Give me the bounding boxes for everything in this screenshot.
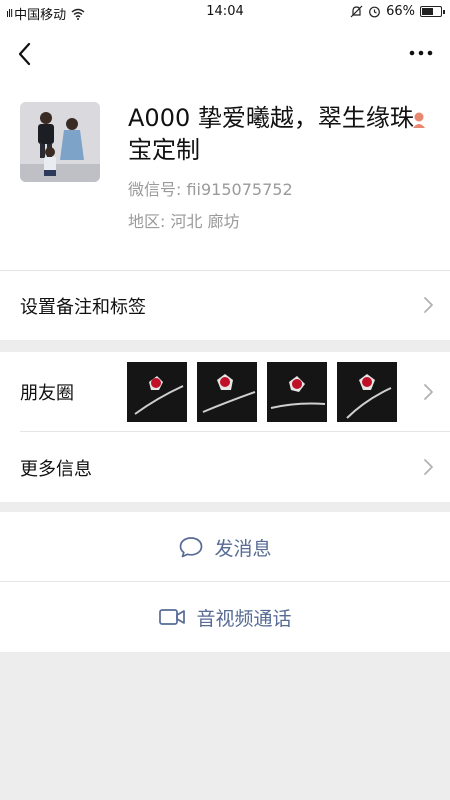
send-message-button[interactable]: 发消息 <box>0 512 450 582</box>
ring-photo <box>267 362 327 422</box>
ring-photo <box>127 362 187 422</box>
moments-thumbnail <box>267 362 327 422</box>
remark-tags-row[interactable]: 设置备注和标签 <box>0 270 450 340</box>
moments-thumbnail <box>197 362 257 422</box>
chevron-right-icon <box>424 459 433 475</box>
alarm-icon <box>369 6 380 18</box>
profile-card: A000 挚爱曦越，翠生缘珠宝定制 微信号: fii915075752 地区: … <box>0 84 450 270</box>
back-arrow-icon[interactable] <box>12 36 42 72</box>
battery-icon <box>420 6 445 17</box>
send-message-label: 发消息 <box>214 537 272 560</box>
chevron-right-icon <box>424 297 433 313</box>
more-info-label: 更多信息 <box>20 459 92 480</box>
region-text: 地区: 河北 廊坊 <box>128 212 240 231</box>
moments-thumbnail <box>127 362 187 422</box>
status-right: 66% <box>350 4 445 19</box>
wechat-id: 微信号: fii915075752 <box>128 180 293 199</box>
avatar[interactable] <box>20 102 100 182</box>
battery-percent: 66% <box>386 4 415 19</box>
more-dots-icon[interactable] <box>406 38 436 68</box>
nav-bar <box>0 24 450 84</box>
moments-thumbnail <box>337 362 397 422</box>
divider <box>0 270 450 271</box>
gender-badge-icon <box>413 112 425 128</box>
status-bar: ıll 中国移动 14:04 66% <box>0 0 450 24</box>
video-call-button[interactable]: 音视频通话 <box>0 582 450 652</box>
chevron-right-icon <box>424 384 433 400</box>
moments-label: 朋友圈 <box>20 383 74 404</box>
remark-tags-label: 设置备注和标签 <box>20 297 146 318</box>
avatar-image <box>20 102 100 182</box>
mute-bell-icon <box>350 5 363 18</box>
more-info-row[interactable]: 更多信息 <box>0 432 450 502</box>
ring-photo <box>337 362 397 422</box>
moments-row[interactable]: 朋友圈 <box>0 352 450 432</box>
contact-name-text: A000 挚爱曦越，翠生缘珠宝定制 <box>128 104 414 164</box>
ring-photo <box>197 362 257 422</box>
video-call-label: 音视频通话 <box>196 607 292 630</box>
video-camera-icon <box>159 609 186 625</box>
contact-name: A000 挚爱曦越，翠生缘珠宝定制 <box>128 102 418 166</box>
chat-bubble-icon <box>180 537 203 558</box>
battery-fill <box>422 8 433 15</box>
